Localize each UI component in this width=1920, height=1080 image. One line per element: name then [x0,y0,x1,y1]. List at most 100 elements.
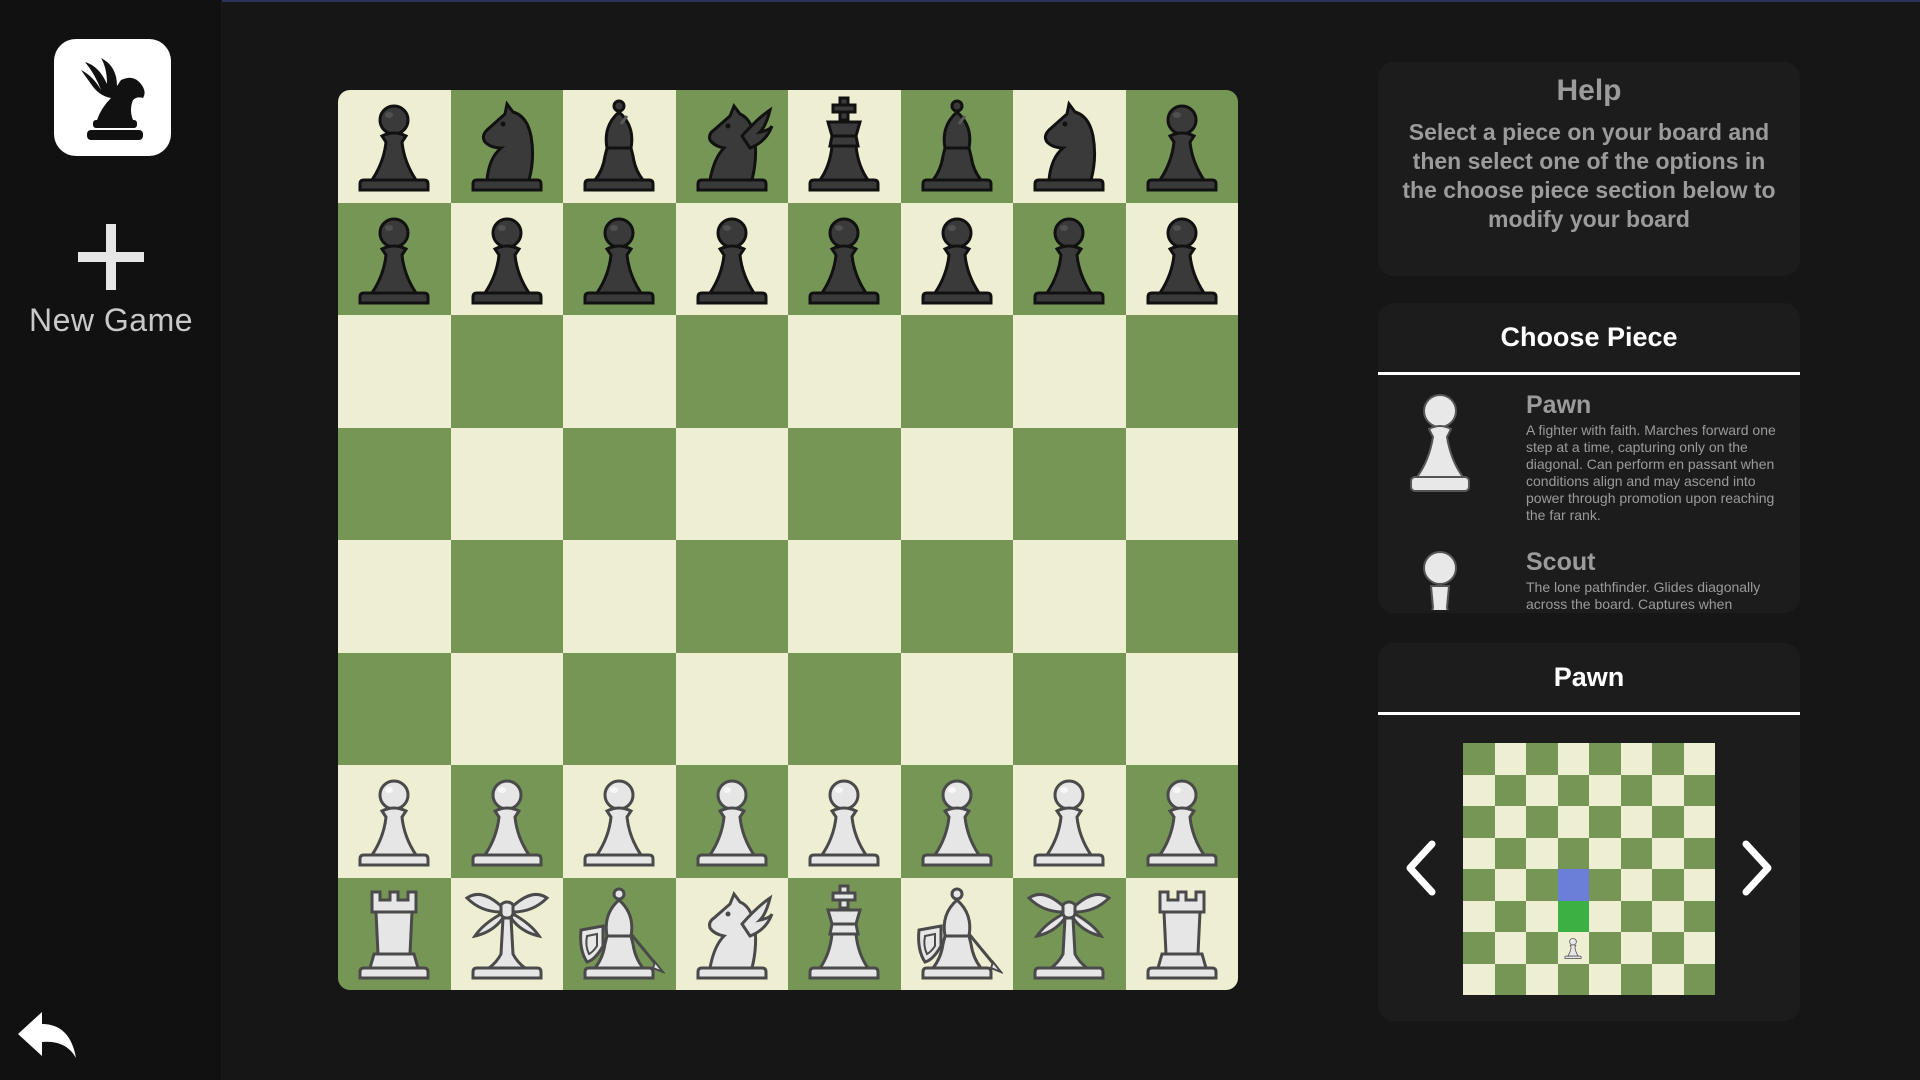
board-square-d2[interactable] [675,765,788,878]
board-square-h6[interactable] [1125,315,1238,428]
preview-square-f6 [1620,806,1652,838]
preview-square-e2 [1589,932,1621,964]
board-square-h7[interactable] [1125,202,1238,315]
board-square-a2[interactable] [338,765,451,878]
board-square-g8[interactable] [1013,90,1126,203]
board-square-b7[interactable] [450,202,563,315]
black-pawn-icon [1146,104,1218,192]
board-square-e6[interactable] [788,315,901,428]
board-square-h8[interactable] [1125,90,1238,203]
board-square-f4[interactable] [900,540,1013,653]
board-square-g7[interactable] [1013,202,1126,315]
preview-square-c1 [1526,963,1558,995]
board-square-f1[interactable] [900,877,1013,990]
preview-square-b1 [1494,963,1526,995]
preview-square-g2 [1652,932,1684,964]
board-square-g3[interactable] [1013,652,1126,765]
board-square-e5[interactable] [788,427,901,540]
board-square-d7[interactable] [675,202,788,315]
black-knight-icon [1033,100,1105,192]
board-square-b6[interactable] [450,315,563,428]
board-square-d6[interactable] [675,315,788,428]
board-square-b3[interactable] [450,652,563,765]
board-square-a6[interactable] [338,315,451,428]
preview-square-a1 [1463,963,1495,995]
board-square-h5[interactable] [1125,427,1238,540]
board-square-g6[interactable] [1013,315,1126,428]
board-square-b1[interactable] [450,877,563,990]
piece-option-scout[interactable]: Scout The lone pathfinder. Glides diagon… [1378,532,1800,610]
board-square-a3[interactable] [338,652,451,765]
board-square-f2[interactable] [900,765,1013,878]
board-square-e7[interactable] [788,202,901,315]
board-square-a5[interactable] [338,427,451,540]
board-square-c3[interactable] [563,652,676,765]
app-logo[interactable] [54,39,171,156]
board-square-h3[interactable] [1125,652,1238,765]
board-square-b2[interactable] [450,765,563,878]
board-square-h4[interactable] [1125,540,1238,653]
board-square-c1[interactable] [563,877,676,990]
board-square-d4[interactable] [675,540,788,653]
board-square-d5[interactable] [675,427,788,540]
white-pawn-icon [1564,937,1582,959]
white-scout-icon [1423,551,1457,610]
board-square-f7[interactable] [900,202,1013,315]
board-square-a1[interactable] [338,877,451,990]
undo-arrow-icon[interactable] [14,1008,80,1064]
board-square-c4[interactable] [563,540,676,653]
preview-square-e6 [1589,806,1621,838]
preview-square-c2 [1526,932,1558,964]
new-game-button[interactable]: New Game [0,222,222,352]
board-square-e1[interactable] [788,877,901,990]
chevron-right-icon[interactable] [1736,838,1780,898]
board-square-d1[interactable] [675,877,788,990]
preview-square-b8 [1494,743,1526,775]
chevron-left-icon[interactable] [1398,838,1442,898]
board-square-f5[interactable] [900,427,1013,540]
white-pawn-icon [808,779,880,867]
board-square-c5[interactable] [563,427,676,540]
board-square-c2[interactable] [563,765,676,878]
preview-square-d3 [1557,900,1589,932]
chess-board[interactable] [338,90,1238,990]
board-square-a8[interactable] [338,90,451,203]
board-square-g1[interactable] [1013,877,1126,990]
board-square-b8[interactable] [450,90,563,203]
preview-square-d7 [1557,774,1589,806]
board-square-c6[interactable] [563,315,676,428]
board-square-f6[interactable] [900,315,1013,428]
board-square-g4[interactable] [1013,540,1126,653]
board-square-b5[interactable] [450,427,563,540]
board-square-g2[interactable] [1013,765,1126,878]
board-square-d3[interactable] [675,652,788,765]
preview-square-d6 [1557,806,1589,838]
board-square-e3[interactable] [788,652,901,765]
board-square-d8[interactable] [675,90,788,203]
board-square-c8[interactable] [563,90,676,203]
board-square-a4[interactable] [338,540,451,653]
pawn-thumb [1404,391,1476,501]
board-square-h1[interactable] [1125,877,1238,990]
white-dragonfly-icon [464,892,550,980]
board-square-b4[interactable] [450,540,563,653]
board-square-a7[interactable] [338,202,451,315]
preview-square-d8 [1557,743,1589,775]
black-pawn-icon [471,217,543,305]
piece-preview-panel: Pawn [1378,643,1800,1021]
preview-square-c8 [1526,743,1558,775]
board-square-h2[interactable] [1125,765,1238,878]
board-square-g5[interactable] [1013,427,1126,540]
board-square-f8[interactable] [900,90,1013,203]
board-square-e8[interactable] [788,90,901,203]
board-square-e2[interactable] [788,765,901,878]
choose-piece-panel: Choose Piece Pawn A fighter with faith. … [1378,303,1800,613]
piece-name: Pawn [1526,391,1592,419]
board-square-f3[interactable] [900,652,1013,765]
board-square-e4[interactable] [788,540,901,653]
preview-square-b7 [1494,774,1526,806]
black-pawn-icon [696,217,768,305]
piece-option-pawn[interactable]: Pawn A fighter with faith. Marches forwa… [1378,375,1800,532]
piece-list[interactable]: Pawn A fighter with faith. Marches forwa… [1378,375,1800,610]
board-square-c7[interactable] [563,202,676,315]
